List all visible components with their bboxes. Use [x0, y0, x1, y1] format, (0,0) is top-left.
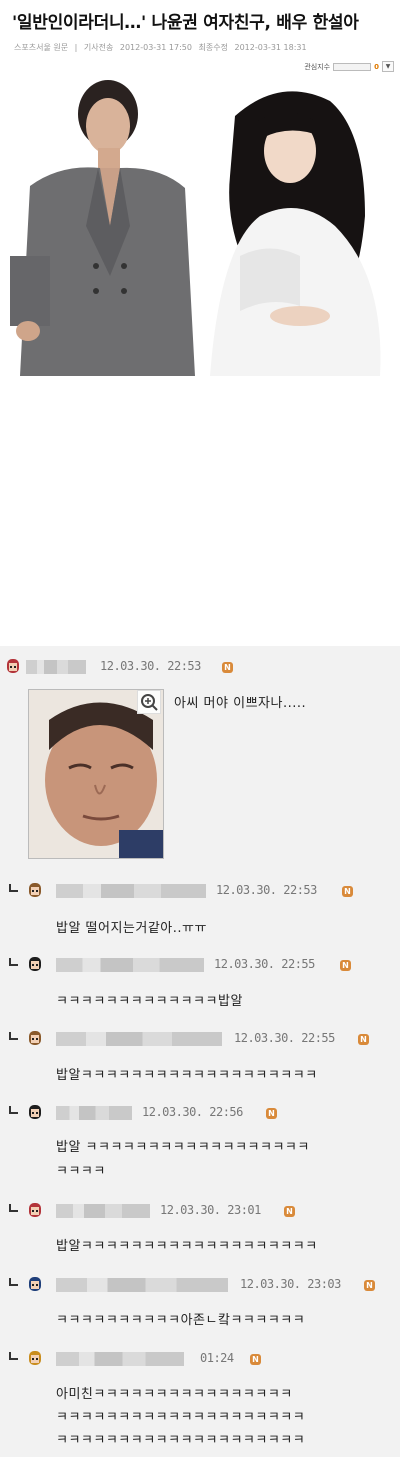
reply-arrow-icon — [9, 1032, 18, 1040]
reply-arrow-icon — [9, 1106, 18, 1114]
article-photo — [0, 76, 400, 386]
username-blurred[interactable] — [56, 1352, 184, 1366]
sent-label: 기사전송 — [83, 43, 114, 52]
girl-red-hair-icon — [7, 659, 19, 673]
girl-black-hair-icon — [29, 957, 41, 971]
comment-text: 밥알 떨어지는거같아..ㅠㅠ — [56, 921, 207, 936]
username-blurred[interactable] — [26, 660, 86, 674]
article-headline: '일반인이라더니…' 나윤권 여자친구, 배우 한설아 — [12, 13, 359, 33]
comment-time: 12.03.30. 22:55 — [214, 957, 315, 971]
comment-text: 아미친ㅋㅋㅋㅋㅋㅋㅋㅋㅋㅋㅋㅋㅋㅋㅋㅋ — [56, 1387, 293, 1402]
comment-text: ㅋㅋㅋㅋㅋㅋㅋㅋㅋㅋㅋㅋㅋ밥알 — [56, 994, 243, 1009]
comment-time: 12.03.30. 23:01 — [160, 1203, 261, 1217]
article-section: '일반인이라더니…' 나윤권 여자친구, 배우 한설아 스포츠서울 원문 | 기… — [0, 0, 400, 388]
interest-label: 관심지수 — [304, 62, 331, 71]
username-blurred[interactable] — [56, 1106, 132, 1120]
comment-time: 12.03.30. 22:56 — [142, 1105, 243, 1119]
reply-arrow-icon — [9, 884, 18, 892]
new-badge-icon: N — [342, 886, 353, 897]
meta-separator: | — [74, 43, 78, 52]
sent-time: 2012-03-31 17:50 — [119, 43, 192, 52]
comment-time: 12.03.30. 22:53 — [216, 883, 317, 897]
article-meta: 스포츠서울 원문 | 기사전송 2012-03-31 17:50 최종수정 20… — [14, 42, 311, 53]
username-blurred[interactable] — [56, 1278, 228, 1292]
comment-text: 밥알 ㅋㅋㅋㅋㅋㅋㅋㅋㅋㅋㅋㅋㅋㅋㅋㅋㅋㅋ — [56, 1140, 310, 1155]
interest-button[interactable]: ▼ — [382, 61, 394, 72]
comment-text: 밥알ㅋㅋㅋㅋㅋㅋㅋㅋㅋㅋㅋㅋㅋㅋㅋㅋㅋㅋㅋ — [56, 1068, 318, 1083]
new-badge-icon: N — [358, 1034, 369, 1045]
comment-text-line2: ㅋㅋㅋㅋ — [56, 1164, 106, 1179]
girl-red-hair-icon — [29, 1203, 41, 1217]
zoom-icon[interactable] — [137, 690, 161, 714]
comment-text: ㅋㅋㅋㅋㅋㅋㅋㅋㅋㅋ아존ㄴ캌ㅋㅋㅋㅋㅋㅋ — [56, 1313, 306, 1328]
comment-time: 12.03.30. 23:03 — [240, 1277, 341, 1291]
comment-time: 12.03.30. 22:53 — [100, 659, 201, 673]
username-blurred[interactable] — [56, 1204, 150, 1218]
reply-arrow-icon — [9, 1204, 18, 1212]
edited-label: 최종수정 — [198, 43, 228, 52]
comment-time: 01:24 — [200, 1351, 234, 1365]
girl-yellow-hair-icon — [29, 1351, 41, 1365]
comment-time: 12.03.30. 22:55 — [234, 1031, 335, 1045]
boy-blue-hair-icon — [29, 1277, 41, 1291]
new-badge-icon: N — [340, 960, 351, 971]
username-blurred[interactable] — [56, 1032, 222, 1046]
article-source[interactable]: 스포츠서울 원문 — [14, 43, 68, 52]
edited-time: 2012-03-31 18:31 — [234, 43, 307, 52]
username-blurred[interactable] — [56, 884, 206, 898]
new-badge-icon: N — [364, 1280, 375, 1291]
girl-brown-hair-icon — [29, 883, 41, 897]
blank-space — [0, 388, 400, 646]
couple-photo-image — [10, 80, 381, 376]
new-badge-icon: N — [266, 1108, 277, 1119]
comment-text: 밥알ㅋㅋㅋㅋㅋㅋㅋㅋㅋㅋㅋㅋㅋㅋㅋㅋㅋㅋㅋ — [56, 1239, 318, 1254]
reply-arrow-icon — [9, 1352, 18, 1360]
interest-index: 관심지수 0 ▼ — [304, 61, 394, 72]
girl-brown-hair-icon — [29, 1031, 41, 1045]
interest-bar — [333, 62, 372, 71]
comment-text: 아씨 머야 이쁘자나..... — [174, 696, 307, 711]
face-photo-image — [29, 690, 163, 858]
new-badge-icon: N — [250, 1354, 261, 1365]
username-blurred[interactable] — [56, 958, 204, 972]
comment-text-line3: ㅋㅋㅋㅋㅋㅋㅋㅋㅋㅋㅋㅋㅋㅋㅋㅋㅋㅋㅋㅋ — [56, 1433, 306, 1448]
new-badge-icon: N — [284, 1206, 295, 1217]
reply-arrow-icon — [9, 958, 18, 966]
girl-black-hair-icon — [29, 1105, 41, 1119]
reply-arrow-icon — [9, 1278, 18, 1286]
new-badge-icon: N — [222, 662, 233, 673]
comment-text-line2: ㅋㅋㅋㅋㅋㅋㅋㅋㅋㅋㅋㅋㅋㅋㅋㅋㅋㅋㅋㅋ — [56, 1410, 306, 1425]
interest-count: 0 — [374, 62, 379, 71]
